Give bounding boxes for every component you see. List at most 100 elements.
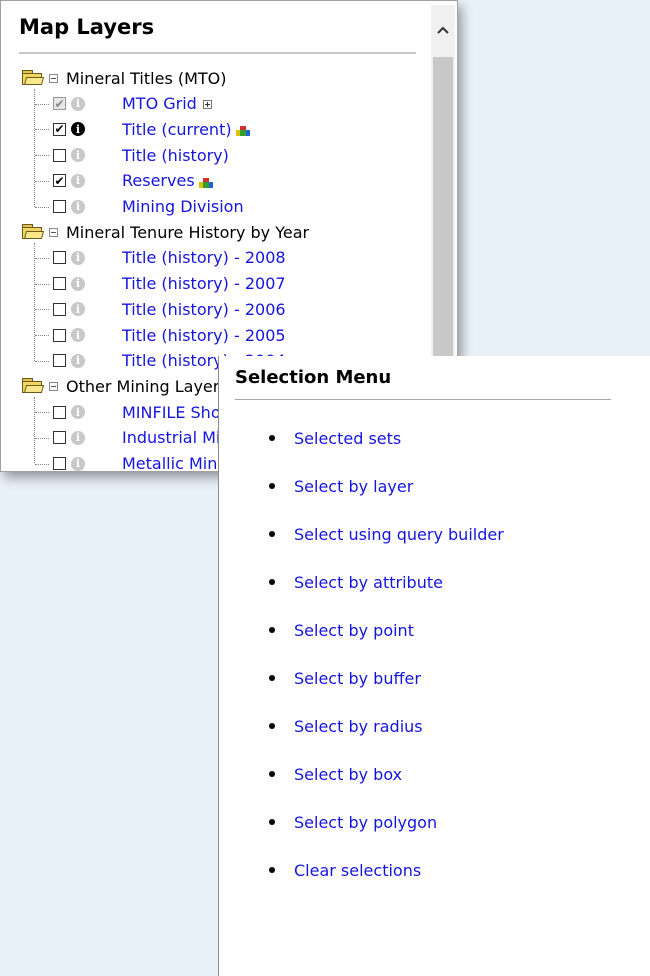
selection-menu-link[interactable]: Select by point xyxy=(294,621,414,640)
info-icon[interactable]: i xyxy=(71,353,85,368)
tree-guide-line xyxy=(34,243,35,361)
layer-label-text: Title (history) - 2008 xyxy=(122,248,286,268)
chevron-up-icon xyxy=(437,26,449,34)
selection-menu-item: Select by layer xyxy=(269,475,413,497)
info-icon[interactable]: i xyxy=(71,430,85,445)
layer-label-text: Title (history) - 2005 xyxy=(122,325,286,345)
selection-menu-panel: Selection Menu Selected sets Select by la… xyxy=(218,356,650,976)
layer-group[interactable]: Mineral Tenure History by Year xyxy=(21,221,309,243)
layer-group-label: Mineral Titles (MTO) xyxy=(66,68,227,88)
bullet-icon xyxy=(269,819,275,825)
layer-label[interactable]: Title (history) - 2006 xyxy=(122,300,286,319)
layer-item: i Title (history) - 2005 xyxy=(53,324,431,346)
layer-checkbox[interactable]: ✔ xyxy=(53,122,66,136)
minus-box-icon[interactable] xyxy=(49,381,58,391)
tree-guide-line xyxy=(34,89,35,207)
tree-connector xyxy=(35,463,49,465)
tree-connector xyxy=(35,180,49,182)
info-icon[interactable]: i xyxy=(71,148,85,163)
bullet-icon xyxy=(269,483,275,489)
selection-menu-link[interactable]: Select by polygon xyxy=(294,813,437,832)
info-icon[interactable]: i xyxy=(71,122,85,137)
tree-connector xyxy=(35,309,49,311)
info-icon[interactable]: i xyxy=(71,405,85,420)
layer-label[interactable]: Reserves xyxy=(122,171,213,190)
info-icon[interactable]: i xyxy=(71,199,85,214)
title-divider xyxy=(235,399,611,400)
layer-group[interactable]: Mineral Titles (MTO) xyxy=(21,67,227,89)
layer-label[interactable]: Title (history) xyxy=(122,146,229,165)
bullet-icon xyxy=(269,627,275,633)
layer-label-text: Title (history) - 2006 xyxy=(122,299,286,319)
minus-box-icon[interactable] xyxy=(49,73,58,83)
selection-menu-item: Select by attribute xyxy=(269,571,443,593)
layer-checkbox[interactable] xyxy=(53,200,66,213)
selection-menu-link[interactable]: Select by attribute xyxy=(294,573,443,592)
selection-menu-item: Select by radius xyxy=(269,715,423,737)
info-icon[interactable]: i xyxy=(71,276,85,291)
layer-label[interactable]: Mining Division xyxy=(122,197,244,216)
layer-group-label: Other Mining Layers xyxy=(66,376,228,396)
tree-connector xyxy=(35,437,49,439)
info-icon[interactable]: i xyxy=(71,173,85,188)
selection-menu-item: Select by polygon xyxy=(269,811,437,833)
selection-menu-link[interactable]: Selected sets xyxy=(294,429,401,448)
selection-menu-item: Select by point xyxy=(269,619,414,641)
selection-menu-link[interactable]: Select by radius xyxy=(294,717,423,736)
layer-group[interactable]: Other Mining Layers xyxy=(21,375,228,397)
selection-menu-link[interactable]: Select by buffer xyxy=(294,669,421,688)
folder-open-icon xyxy=(21,70,45,86)
tree-connector xyxy=(35,206,49,208)
bullet-icon xyxy=(269,435,275,441)
layer-checkbox[interactable] xyxy=(53,302,66,316)
info-icon[interactable]: i xyxy=(71,250,85,265)
selection-menu-link[interactable]: Select by layer xyxy=(294,477,413,496)
minus-box-icon[interactable] xyxy=(49,227,58,237)
layer-checkbox[interactable] xyxy=(53,405,66,419)
layer-label[interactable]: Title (current) xyxy=(122,120,250,139)
bullet-icon xyxy=(269,867,275,873)
layer-label[interactable]: Title (history) - 2007 xyxy=(122,274,286,293)
layer-checkbox[interactable] xyxy=(53,277,66,291)
selection-menu-item: Selected sets xyxy=(269,427,401,449)
tree-connector xyxy=(35,360,49,362)
layer-checkbox[interactable] xyxy=(53,328,66,342)
layer-label[interactable]: Title (history) - 2008 xyxy=(122,248,286,267)
bullet-icon xyxy=(269,723,275,729)
layer-item: i Title (history) - 2008 xyxy=(53,247,431,269)
layer-checkbox[interactable]: ✔ xyxy=(53,174,66,188)
layer-label[interactable]: Title (history) - 2005 xyxy=(122,326,286,345)
layer-checkbox[interactable] xyxy=(53,148,66,162)
selection-menu-item: Select by buffer xyxy=(269,667,421,689)
info-icon[interactable]: i xyxy=(71,456,85,471)
selection-menu-link[interactable]: Select using query builder xyxy=(294,525,504,544)
layer-checkbox[interactable] xyxy=(53,431,66,445)
info-icon[interactable]: i xyxy=(71,328,85,342)
layer-label-text: Title (history) xyxy=(122,145,229,165)
selection-menu-link[interactable]: Select by box xyxy=(294,765,402,784)
layer-label-text: Reserves xyxy=(122,171,195,191)
selection-menu-link[interactable]: Clear selections xyxy=(294,861,421,880)
layer-item: ✔ i Reserves xyxy=(53,170,431,192)
bullet-icon xyxy=(269,675,275,681)
tree-guide-line xyxy=(34,397,35,464)
layer-group-label: Mineral Tenure History by Year xyxy=(66,222,310,242)
layer-checkbox[interactable] xyxy=(53,354,66,368)
tree-connector xyxy=(35,129,49,131)
info-icon[interactable]: i xyxy=(71,302,85,317)
legend-icon xyxy=(235,124,250,137)
layer-item: i Mining Division xyxy=(53,196,431,218)
selection-menu-item: Select by box xyxy=(269,763,402,785)
tree-connector xyxy=(35,103,49,105)
bullet-icon xyxy=(269,579,275,585)
layer-label[interactable]: MTO Grid xyxy=(122,94,212,113)
layer-checkbox[interactable] xyxy=(53,457,66,470)
bullet-icon xyxy=(269,531,275,537)
plus-box-icon[interactable] xyxy=(202,100,212,110)
scroll-up-button[interactable] xyxy=(431,5,455,55)
layer-label-text: Title (history) - 2007 xyxy=(122,274,286,294)
layer-checkbox[interactable] xyxy=(53,251,66,265)
tree-connector xyxy=(35,335,49,336)
folder-open-icon xyxy=(21,224,45,240)
info-icon[interactable]: i xyxy=(71,96,85,111)
